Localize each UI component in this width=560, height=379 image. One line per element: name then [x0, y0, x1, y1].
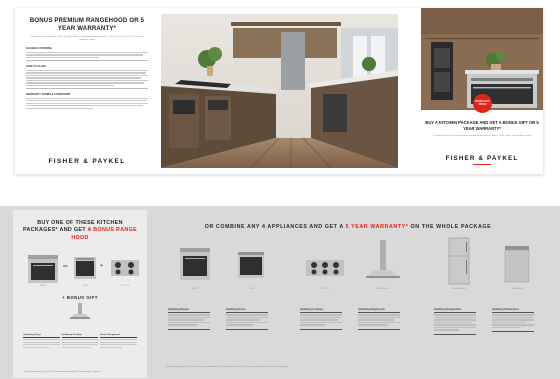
gift-seal-badge: BONUS GIFT OFFER [473, 94, 492, 113]
section-heading: ELIGIBLE OFFERING [26, 47, 53, 50]
section-heading: WARRANTY TERMS & CONDITIONS [26, 92, 71, 96]
warranty-title-highlight: 5 YEAR WARRANTY* [345, 224, 409, 230]
product-caption: REFRIGERATION [451, 288, 467, 290]
product-caption: RANGE [191, 288, 199, 290]
bonus-footnote: *Qualifying products only. Terms and con… [23, 371, 102, 373]
oven-product-icon [238, 252, 264, 278]
product-caption: OVEN [82, 285, 88, 287]
bonus-rangehood-panel: BUY ONE OF THESE KITCHEN PACKAGES* AND G… [13, 210, 147, 378]
table-header: Bonus Rangehood [100, 334, 138, 338]
package-products: OR + RANGE OVEN COOKTOP [27, 254, 139, 288]
cover-panel: BONUS GIFT OFFER BUY A KITCHEN PACKAGE A… [421, 8, 543, 174]
warranty-package-panel: OR COMBINE ANY 4 APPLIANCES AND GET A 5 … [150, 206, 546, 376]
product-caption: OVEN [248, 288, 254, 290]
brochure-inside-spread: BUY ONE OF THESE KITCHEN PACKAGES* AND G… [0, 206, 560, 379]
promo-subtitle: When you buy a qualifying Fisher & Payke… [30, 36, 144, 41]
terms-section-claim: HOW TO CLAIM [26, 64, 148, 87]
terms-section-eligible: ELIGIBLE OFFERING [26, 47, 148, 59]
spec-list-rangehoods: Qualifying Rangehoods [358, 308, 400, 330]
operator-plus: + [100, 263, 104, 269]
kitchen-photo [161, 14, 398, 168]
product-caption: COOKTOP [320, 288, 330, 290]
cooktop-product-icon [111, 260, 139, 276]
range-product-icon [28, 255, 58, 283]
spec-heading: Qualifying Refrigeration [434, 308, 476, 313]
product-caption: DISHWASHER [510, 288, 524, 290]
spec-heading: Qualifying Cooktops [300, 308, 342, 313]
warranty-offer-title: OR COMBINE ANY 4 APPLIANCES AND GET A 5 … [150, 224, 546, 230]
spec-list-dishwashers: Qualifying Dishwashers [492, 308, 534, 332]
product-refrigeration: REFRIGERATION [434, 236, 484, 291]
cover-title: BUY A KITCHEN PACKAGE AND GET A BONUS GI… [425, 120, 539, 131]
qualifying-table: Qualifying Range Qualifying Package Bonu… [23, 334, 138, 349]
table-header: Qualifying Package [61, 334, 99, 338]
brand-underline [473, 164, 491, 165]
spec-heading: Qualifying Dishwashers [492, 308, 534, 313]
bonus-offer-title: BUY ONE OF THESE KITCHEN PACKAGES* AND G… [21, 220, 139, 242]
fridge-product-icon [448, 237, 470, 285]
product-dishwasher: DISHWASHER [492, 236, 542, 291]
spec-list-ranges: Qualifying Ranges [168, 308, 210, 330]
product-caption: COOKTOP [120, 285, 130, 287]
brand-logo: FISHER & PAYKEL [445, 155, 519, 162]
product-oven: OVEN [226, 236, 276, 291]
product-cooktop: COOKTOP [300, 236, 350, 291]
range-product-icon [180, 248, 210, 280]
product-range: RANGE [170, 236, 220, 291]
product-caption: RANGEHOOD [377, 288, 389, 290]
spec-heading: Qualifying Rangehoods [358, 308, 400, 313]
promo-title: BONUS PREMIUM RANGEHOOD OR 5 YEAR WARRAN… [29, 18, 145, 32]
cooktop-product-icon [306, 260, 344, 276]
bonus-gift-label: + BONUS GIFT [62, 295, 98, 300]
warranty-footnote: *Qualifying products only. See terms and… [166, 366, 289, 368]
product-rangehood: RANGEHOOD [358, 236, 408, 291]
cover-text: *On qualifying Fisher & Paykel kitchen a… [432, 135, 532, 137]
terms-section-warranty: WARRANTY TERMS & CONDITIONS [26, 93, 148, 109]
section-heading: HOW TO CLAIM [26, 64, 46, 68]
spec-heading: Qualifying Ovens [226, 308, 268, 313]
dishwasher-product-icon [504, 246, 530, 283]
warranty-title-part3: ON THE WHOLE PACKAGE [408, 224, 492, 230]
oven-product-icon [74, 257, 96, 279]
brochure-front-spread: BONUS PREMIUM RANGEHOOD OR 5 YEAR WARRAN… [15, 8, 543, 174]
rangehood-product-icon [70, 303, 90, 319]
spec-list-cooktops: Qualifying Cooktops [300, 308, 342, 330]
spec-list-refrigeration: Qualifying Refrigeration [434, 308, 476, 335]
terms-panel: BONUS PREMIUM RANGEHOOD OR 5 YEAR WARRAN… [15, 8, 159, 174]
warranty-title-part1: OR COMBINE ANY 4 APPLIANCES AND GET A [204, 224, 346, 230]
table-header: Qualifying Range [23, 334, 60, 338]
brand-logo: FISHER & PAYKEL [48, 158, 126, 165]
product-caption: RANGE [39, 285, 47, 287]
rangehood-product-icon [366, 240, 400, 278]
operator-or: OR [63, 264, 68, 268]
spec-list-ovens: Qualifying Ovens [226, 308, 268, 330]
spec-heading: Qualifying Ranges [168, 308, 210, 313]
